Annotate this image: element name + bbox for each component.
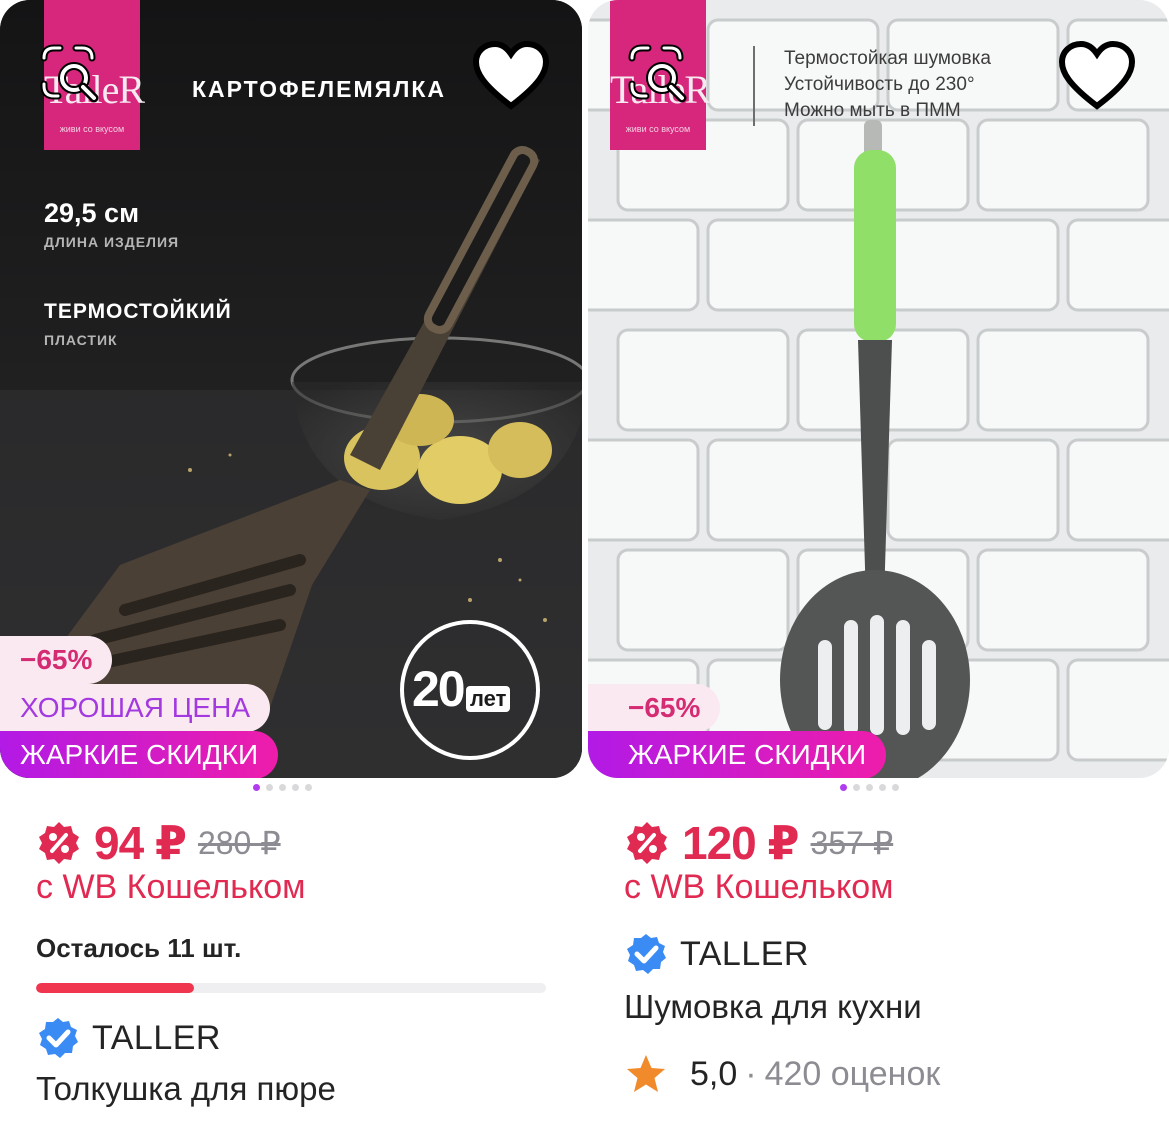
spec-length-label: ДЛИНА ИЗДЕЛИЯ <box>44 234 180 250</box>
hot-deal-badge: ЖАРКИЕ СКИДКИ <box>588 731 887 778</box>
promo-line: Можно мыть в ПММ <box>784 100 961 121</box>
pager-dot[interactable] <box>853 784 860 791</box>
guarantee-seal: 20 лет <box>400 620 540 760</box>
spec-material-label: ПЛАСТИК <box>44 332 118 348</box>
heart-icon[interactable] <box>472 40 550 112</box>
price-old: 280 ₽ <box>197 825 281 861</box>
product-card-skimmer[interactable]: TalleR живи со вкусом Термостойкая шумов… <box>588 0 1169 1124</box>
product-name[interactable]: Толкушка для пюре <box>36 1070 336 1108</box>
guarantee-number: 20 <box>412 661 466 717</box>
wallet-discount-icon <box>39 822 79 864</box>
promo-title: КАРТОФЕЛЕМЯЛКА <box>192 76 446 102</box>
promo-line: Термостойкая шумовка <box>784 48 991 69</box>
stock-progress-fill <box>36 983 195 993</box>
pager-dot[interactable] <box>879 784 886 791</box>
photo-search-icon[interactable] <box>624 40 688 104</box>
rating-separator: · <box>745 1054 757 1093</box>
pager-dot-active[interactable] <box>253 784 260 791</box>
rating-count: 420 оценок <box>764 1054 941 1093</box>
product-photo[interactable]: TalleR живи со вкусом Термостойкая шумов… <box>588 0 1169 778</box>
product-photo[interactable]: TalleR живи со вкусом КАРТОФЕЛЕМЯЛКА 29,… <box>0 0 582 778</box>
photo-search-icon[interactable] <box>36 40 100 104</box>
wallet-price-note: с WB Кошельком <box>624 868 894 906</box>
brand-row[interactable]: TALLER <box>624 932 809 976</box>
photo-pager[interactable] <box>840 784 899 791</box>
discount-badge: −65% <box>0 636 113 684</box>
stock-remaining: Осталось 11 шт. <box>36 933 242 963</box>
hot-deal-badge: ЖАРКИЕ СКИДКИ <box>0 731 279 778</box>
promo-divider <box>753 46 755 126</box>
good-price-badge: ХОРОШАЯ ЦЕНА <box>0 684 270 732</box>
discount-badge: −65% <box>588 684 721 732</box>
verified-check-icon <box>39 1018 78 1058</box>
brand-name: TALLER <box>680 934 809 973</box>
heart-icon[interactable] <box>1058 40 1136 112</box>
pager-dot[interactable] <box>892 784 899 791</box>
pager-dot[interactable] <box>305 784 312 791</box>
brand-logo-slogan: живи со вкусом <box>625 124 691 134</box>
spec-length-value: 29,5 см <box>44 198 140 228</box>
promo-line: Устойчивость до 230° <box>784 74 975 95</box>
wallet-price-note: с WB Кошельком <box>36 868 306 906</box>
stock-progress-bar <box>36 983 546 993</box>
rating-row[interactable]: 5,0 · 420 оценок <box>624 1052 940 1096</box>
brand-name: TALLER <box>92 1018 221 1057</box>
brand-logo-slogan: живи со вкусом <box>59 124 125 134</box>
price-row: 120 ₽ 357 ₽ <box>624 815 893 871</box>
wallet-discount-icon <box>627 822 667 864</box>
spec-material-value: ТЕРМОСТОЙКИЙ <box>44 300 232 323</box>
pager-dot[interactable] <box>279 784 286 791</box>
pager-dot[interactable] <box>866 784 873 791</box>
star-icon <box>627 1055 665 1092</box>
pager-dot[interactable] <box>292 784 299 791</box>
product-name[interactable]: Шумовка для кухни <box>624 988 922 1026</box>
verified-check-icon <box>627 934 666 974</box>
promo-text: Термостойкая шумовка Устойчивость до 230… <box>784 46 991 124</box>
rating-value: 5,0 <box>690 1054 738 1093</box>
price-current: 94 ₽ <box>94 817 187 869</box>
price-current: 120 ₽ <box>682 817 800 869</box>
brand-row[interactable]: TALLER <box>36 1016 221 1060</box>
price-old: 357 ₽ <box>810 825 894 861</box>
pager-dot-active[interactable] <box>840 784 847 791</box>
pager-dot[interactable] <box>266 784 273 791</box>
guarantee-unit: лет <box>466 686 511 712</box>
photo-pager[interactable] <box>253 784 312 791</box>
price-row: 94 ₽ 280 ₽ <box>36 815 281 871</box>
product-card-potato-masher[interactable]: TalleR живи со вкусом КАРТОФЕЛЕМЯЛКА 29,… <box>0 0 582 1124</box>
